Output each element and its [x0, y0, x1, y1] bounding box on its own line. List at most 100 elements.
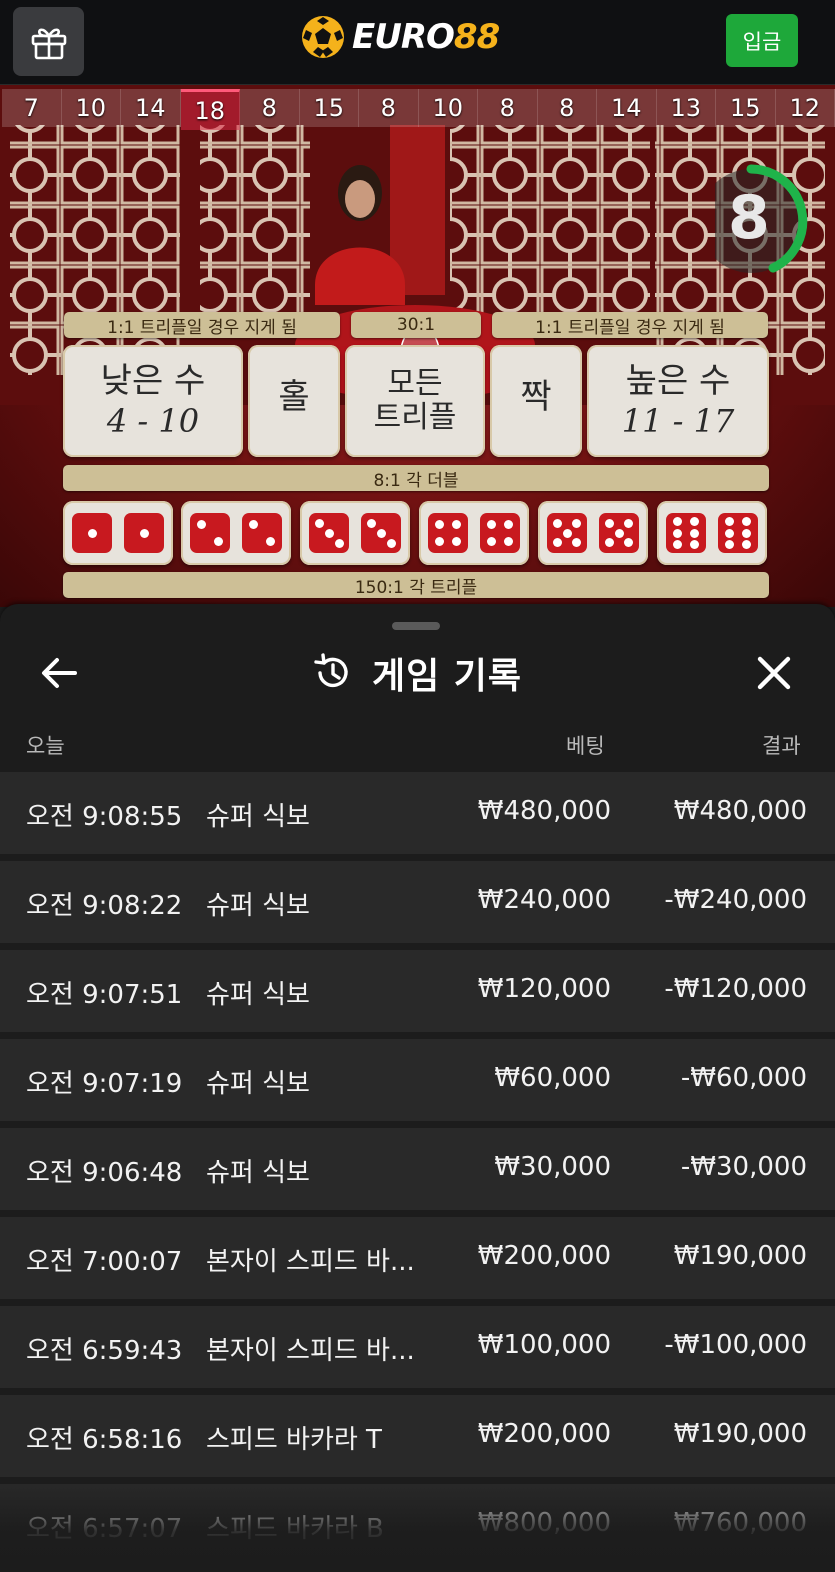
column-header-result: 결과 — [762, 734, 801, 758]
row-game: 본자이 스피드 바... — [206, 1247, 415, 1277]
any-triple-payout: 30:1 — [351, 312, 481, 338]
column-header-bet: 베팅 — [566, 734, 605, 758]
bet-big-label: 높은 수 — [625, 361, 731, 401]
row-bet: ₩120,000 — [477, 974, 611, 1004]
recent-result: 10 — [418, 89, 478, 127]
row-result: -₩60,000 — [680, 1063, 807, 1093]
small-bet-payout: 1:1 트리플일 경우 지게 됨 — [64, 312, 340, 338]
row-bet: ₩60,000 — [494, 1063, 611, 1093]
bet-small-label: 낮은 수 — [100, 361, 206, 401]
recent-result: 14 — [597, 89, 657, 127]
bet-even[interactable]: 짝 — [490, 345, 582, 457]
row-time: 오전 9:08:55 — [26, 802, 183, 832]
timer-value: 8 — [728, 183, 770, 253]
row-result: ₩480,000 — [673, 796, 807, 826]
bet-big-range: 11 - 17 — [621, 402, 735, 440]
die-1-icon — [124, 513, 164, 553]
history-row[interactable]: 오전 9:07:51 슈퍼 식보 ₩120,000 -₩120,000 — [0, 950, 835, 1032]
die-3-icon — [309, 513, 349, 553]
bet-any-triple[interactable]: 모든 트리플 — [345, 345, 485, 457]
triples-payout: 150:1 각 트리플 — [63, 572, 769, 598]
row-result: -₩120,000 — [664, 974, 807, 1004]
bet-big[interactable]: 높은 수 11 - 17 — [587, 345, 769, 457]
bet-even-label: 짝 — [520, 377, 552, 417]
recent-result: 7 — [2, 89, 62, 127]
arrow-left-icon — [42, 658, 77, 688]
recent-result: 8 — [240, 89, 300, 127]
row-time: 오전 9:06:48 — [26, 1158, 183, 1188]
row-result: -₩30,000 — [680, 1152, 807, 1182]
die-5-icon — [599, 513, 639, 553]
die-6-icon — [666, 513, 706, 553]
row-result: ₩190,000 — [673, 1419, 807, 1449]
bet-double-2[interactable] — [181, 501, 291, 565]
row-time: 오전 9:08:22 — [26, 891, 183, 921]
close-icon — [757, 656, 791, 690]
bet-odd-label: 홀 — [278, 377, 310, 417]
bet-double-3[interactable] — [300, 501, 410, 565]
die-5-icon — [547, 513, 587, 553]
row-time: 오전 9:07:19 — [26, 1069, 183, 1099]
row-result: ₩190,000 — [673, 1241, 807, 1271]
gift-icon — [31, 27, 66, 59]
recent-result-highlight: 18 — [180, 89, 240, 130]
row-bet: ₩480,000 — [477, 796, 611, 826]
soccer-ball-icon — [302, 16, 344, 58]
euro88-logo[interactable]: EURO88 — [300, 12, 500, 62]
row-game: 슈퍼 식보 — [206, 980, 310, 1010]
row-game: 본자이 스피드 바... — [206, 1336, 415, 1366]
recent-result: 15 — [716, 89, 776, 127]
recent-result: 10 — [61, 89, 121, 127]
recent-result: 8 — [537, 89, 597, 127]
doubles-payout: 8:1 각 더블 — [63, 465, 769, 491]
row-game: 스피드 바카라 T — [206, 1425, 382, 1455]
history-row[interactable]: 오전 9:08:22 슈퍼 식보 ₩240,000 -₩240,000 — [0, 861, 835, 943]
row-bet: ₩200,000 — [477, 1419, 611, 1449]
die-1-icon — [72, 513, 112, 553]
recent-result: 8 — [478, 89, 538, 127]
history-row[interactable]: 오전 7:00:07 본자이 스피드 바... ₩200,000 ₩190,000 — [0, 1217, 835, 1299]
sheet-title-text: 게임 기록 — [372, 656, 523, 697]
bet-any-triple-label-2: 트리플 — [373, 400, 457, 435]
game-history-sheet: 게임 기록 오늘 베팅 결과 오전 9:08:55 슈퍼 식보 ₩480,000 ₩4… — [0, 604, 835, 1572]
bet-small[interactable]: 낮은 수 4 - 10 — [63, 345, 243, 457]
history-row[interactable]: 오전 9:07:19 슈퍼 식보 ₩60,000 -₩60,000 — [0, 1039, 835, 1121]
row-time: 오전 6:59:43 — [26, 1336, 183, 1366]
row-time: 오전 9:07:51 — [26, 980, 183, 1010]
history-row[interactable]: 오전 9:08:55 슈퍼 식보 ₩480,000 ₩480,000 — [0, 772, 835, 854]
die-4-icon — [480, 513, 520, 553]
back-button[interactable] — [34, 648, 84, 698]
row-time: 오전 6:58:16 — [26, 1425, 183, 1455]
die-2-icon — [190, 513, 230, 553]
sheet-header: 게임 기록 — [0, 634, 835, 714]
bet-double-6[interactable] — [657, 501, 767, 565]
recent-result: 12 — [775, 89, 835, 127]
row-result: -₩100,000 — [664, 1330, 807, 1360]
row-time: 오전 7:00:07 — [26, 1247, 183, 1277]
logo-text: EURO88 — [352, 17, 500, 57]
recent-result: 14 — [121, 89, 181, 127]
history-row[interactable]: 오전 6:59:43 본자이 스피드 바... ₩100,000 -₩100,000 — [0, 1306, 835, 1388]
bet-odd[interactable]: 홀 — [248, 345, 340, 457]
countdown-timer: 8 — [699, 155, 815, 285]
history-row[interactable]: 오전 6:58:16 스피드 바카라 T ₩200,000 ₩190,000 — [0, 1395, 835, 1477]
live-game-view: 7 10 14 18 8 15 8 10 8 8 14 13 15 12 8 1… — [0, 85, 835, 607]
deposit-button[interactable]: 입금 — [726, 14, 798, 67]
sheet-drag-handle[interactable] — [392, 622, 440, 630]
gift-button[interactable] — [13, 7, 84, 76]
row-game: 슈퍼 식보 — [206, 891, 310, 921]
row-bet: ₩200,000 — [477, 1241, 611, 1271]
recent-result: 15 — [299, 89, 359, 127]
recent-result: 13 — [656, 89, 716, 127]
row-game: 슈퍼 식보 — [206, 802, 310, 832]
row-game: 슈퍼 식보 — [206, 1158, 310, 1188]
die-4-icon — [428, 513, 468, 553]
bet-double-5[interactable] — [538, 501, 648, 565]
bet-double-4[interactable] — [419, 501, 529, 565]
history-row[interactable]: 오전 9:06:48 슈퍼 식보 ₩30,000 -₩30,000 — [0, 1128, 835, 1210]
big-bet-payout: 1:1 트리플일 경우 지게 됨 — [492, 312, 768, 338]
row-result: -₩240,000 — [664, 885, 807, 915]
bet-double-1[interactable] — [63, 501, 173, 565]
close-button[interactable] — [749, 648, 799, 698]
bet-small-range: 4 - 10 — [106, 402, 200, 440]
